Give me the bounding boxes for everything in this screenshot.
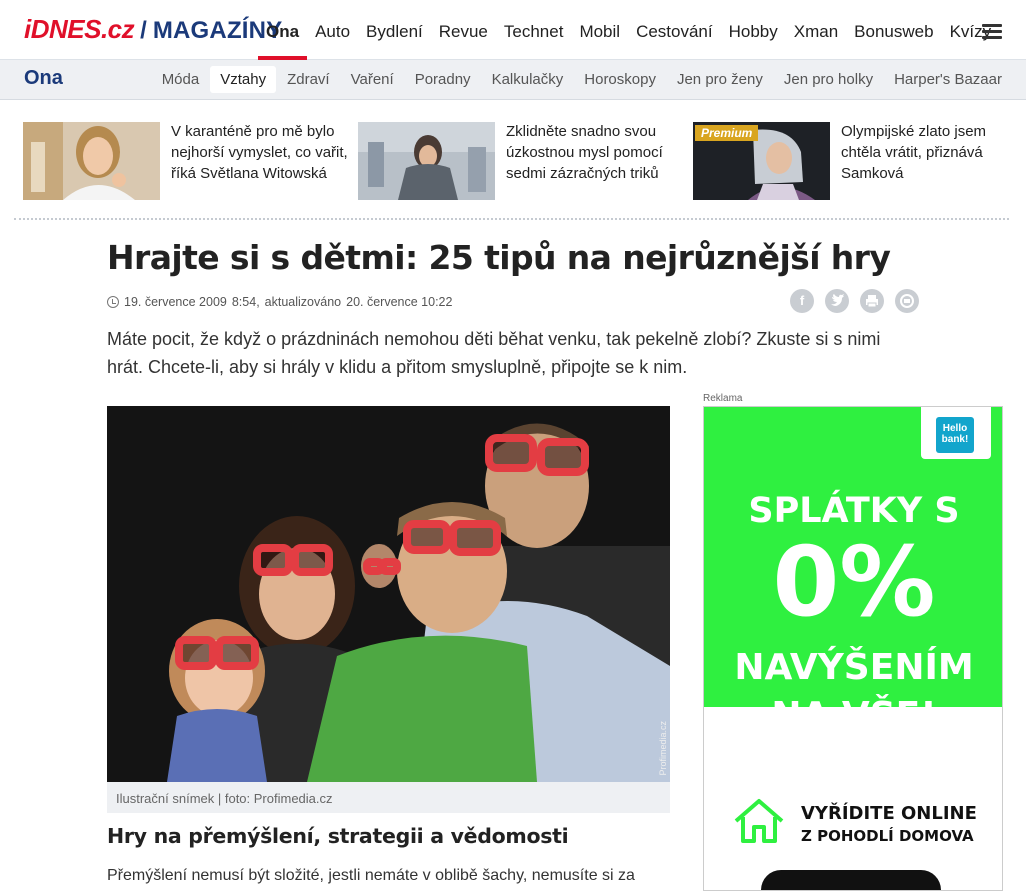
- teaser-title[interactable]: V karanténě pro mě bylo nejhorší vymysle…: [171, 121, 351, 184]
- subnav-item-jen-pro-holky[interactable]: Jen pro holky: [774, 66, 883, 93]
- subnav-item-kalkulacky[interactable]: Kalkulačky: [482, 66, 574, 93]
- print-icon[interactable]: [860, 289, 884, 313]
- updated-label: aktualizováno: [264, 295, 342, 309]
- hello-bank-logo: Hello bank!: [921, 407, 991, 459]
- nav-item-revue[interactable]: Revue: [431, 0, 496, 60]
- teaser-item[interactable]: Premium Olympijské zlato jsem chtěla vrá…: [693, 122, 1013, 202]
- subnav-list: Móda Vztahy Zdraví Vaření Poradny Kalkul…: [151, 66, 1012, 93]
- teaser-title[interactable]: Olympijské zlato jsem chtěla vrátit, při…: [841, 121, 1021, 184]
- section-divider: [14, 218, 1009, 220]
- section-title[interactable]: Ona: [24, 67, 63, 90]
- article-main-image[interactable]: Profimedia.cz: [107, 406, 670, 782]
- nav-item-xman[interactable]: Xman: [786, 0, 846, 60]
- magazine-nav-list: Ona Auto Bydlení Revue Technet Mobil Ces…: [258, 0, 999, 60]
- subnav-item-zdravi[interactable]: Zdraví: [277, 66, 340, 93]
- teaser-title[interactable]: Zklidněte snadno svou úzkostnou mysl pom…: [506, 121, 686, 184]
- idnes-logo-text[interactable]: iDNES.cz: [24, 14, 135, 45]
- ad-label: Reklama: [703, 393, 743, 404]
- site-logo[interactable]: iDNES.cz / MAGAZÍNY: [24, 14, 282, 45]
- subnav-item-vztahy[interactable]: Vztahy: [210, 66, 277, 93]
- teaser-item[interactable]: V karanténě pro mě bylo nejhorší vymysle…: [23, 122, 348, 202]
- subnav-item-vareni[interactable]: Vaření: [341, 66, 404, 93]
- subnav-item-jen-pro-zeny[interactable]: Jen pro ženy: [667, 66, 773, 93]
- nav-item-cestovani[interactable]: Cestování: [628, 0, 721, 60]
- publish-time: 8:54,: [231, 295, 260, 309]
- nav-item-technet[interactable]: Technet: [496, 0, 572, 60]
- share-buttons: f: [790, 289, 930, 313]
- premium-badge: Premium: [695, 125, 759, 141]
- nav-item-hobby[interactable]: Hobby: [721, 0, 786, 60]
- ad-headline-line4: NA VŠE!: [771, 695, 937, 736]
- section-subnav: Ona Móda Vztahy Zdraví Vaření Poradny Ka…: [0, 60, 1026, 100]
- image-watermark: Profimedia.cz: [658, 721, 668, 776]
- ad-button[interactable]: [761, 870, 941, 890]
- subnav-item-poradny[interactable]: Poradny: [405, 66, 481, 93]
- home-icon: [734, 799, 784, 843]
- article-headline: Hrajte si s dětmi: 25 tipů na nejrůznějš…: [107, 238, 891, 277]
- subnav-item-harpers-bazaar[interactable]: Harper's Bazaar: [884, 66, 1012, 93]
- teaser-item[interactable]: Zklidněte snadno svou úzkostnou mysl pom…: [358, 122, 678, 202]
- updated-date: 20. července 10:22: [346, 295, 453, 309]
- nav-item-ona[interactable]: Ona: [258, 0, 308, 60]
- ad-headline-line1: SPLÁTKY S: [748, 491, 960, 531]
- article-perex: Máte pocit, že když o prázdninách nemoho…: [107, 329, 881, 377]
- article-body-text: Přemýšlení nemusí být složité, jestli ne…: [107, 867, 635, 884]
- ad-cta-line2: Z POHODLÍ DOMOVA: [801, 827, 974, 845]
- nav-item-auto[interactable]: Auto: [307, 0, 358, 60]
- ad-headline-line3: NAVÝŠENÍM: [734, 647, 974, 688]
- top-navigation: iDNES.cz / MAGAZÍNY Ona Auto Bydlení Rev…: [0, 0, 1026, 60]
- subnav-item-horoskopy[interactable]: Horoskopy: [574, 66, 666, 93]
- facebook-icon[interactable]: f: [790, 289, 814, 313]
- image-caption: Ilustrační snímek | foto: Profimedia.cz: [107, 782, 670, 813]
- nav-item-bonusweb[interactable]: Bonusweb: [846, 0, 941, 60]
- teaser-thumbnail[interactable]: [23, 122, 160, 200]
- email-icon[interactable]: [895, 289, 919, 313]
- teaser-strip: V karanténě pro mě bylo nejhorší vymysle…: [23, 122, 1013, 202]
- twitter-icon[interactable]: [825, 289, 849, 313]
- logo-slash: /: [140, 17, 147, 44]
- teaser-thumbnail[interactable]: [358, 122, 495, 200]
- article-meta: 19. července 2009 8:54, aktualizováno 20…: [107, 295, 457, 309]
- ad-logo-line2: bank!: [941, 434, 969, 445]
- subnav-item-moda[interactable]: Móda: [152, 66, 210, 93]
- ad-cta-line1: VYŘÍDITE ONLINE: [801, 803, 977, 824]
- ad-logo-line1: Hello: [942, 423, 968, 434]
- hamburger-menu-icon[interactable]: [982, 24, 1002, 39]
- ad-headline-line2: 0%: [772, 526, 936, 638]
- article-subheading: Hry na přemýšlení, strategii a vědomosti: [107, 824, 569, 848]
- publish-date: 19. července 2009: [124, 295, 227, 309]
- nav-item-mobil[interactable]: Mobil: [571, 0, 628, 60]
- advertisement-banner[interactable]: Hello bank! SPLÁTKY S 0% NAVÝŠENÍM NA VŠ…: [703, 406, 1003, 891]
- nav-item-bydleni[interactable]: Bydlení: [358, 0, 431, 60]
- clock-icon: [107, 296, 119, 308]
